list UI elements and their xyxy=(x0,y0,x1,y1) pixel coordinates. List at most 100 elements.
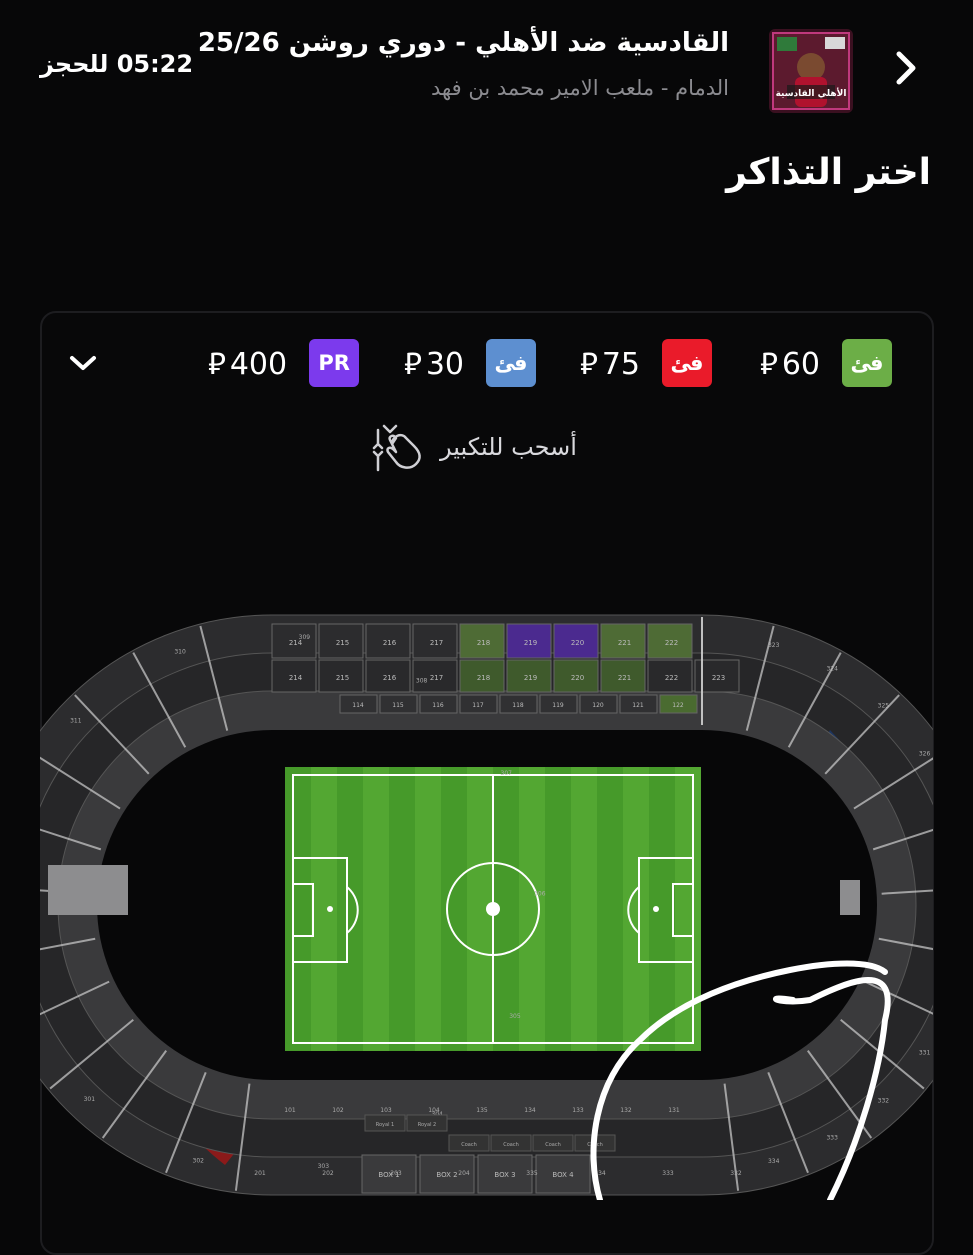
pinch-zoom-icon xyxy=(372,424,421,472)
grass-stripe xyxy=(597,767,623,1051)
section-label: 308 xyxy=(416,678,428,685)
section-label: 117 xyxy=(472,702,484,709)
pitch xyxy=(285,767,701,1051)
section-label: 115 xyxy=(392,702,404,709)
section-label: 201 xyxy=(254,1170,266,1177)
riyal-icon: ⃁ xyxy=(580,346,598,382)
box-label: BOX 4 xyxy=(552,1171,574,1179)
section-label: 134 xyxy=(524,1107,536,1114)
booth-label: Royal 2 xyxy=(418,1122,437,1128)
section-label: 306 xyxy=(534,890,546,897)
legend-item-blue[interactable]: ⃁ 30 فئ xyxy=(404,339,537,387)
section-label: 218 xyxy=(477,674,490,682)
grass-stripe xyxy=(649,767,675,1051)
section-label: 216 xyxy=(383,639,397,647)
collapse-legend-button[interactable] xyxy=(60,340,106,386)
section-label: 131 xyxy=(668,1107,680,1114)
section-label: 222 xyxy=(665,639,678,647)
zoom-hint-text: أسحب للتكبير xyxy=(440,433,577,461)
booth-label: Coach xyxy=(545,1142,561,1148)
event-poster: الأهلي القادسية xyxy=(769,29,853,113)
section-label: 122 xyxy=(672,702,684,709)
poster-text: الأهلي القادسية xyxy=(776,87,847,99)
section-label: 217 xyxy=(430,639,443,647)
riyal-icon: ⃁ xyxy=(404,346,422,382)
section-label: 217 xyxy=(430,674,443,682)
section-label: 221 xyxy=(618,674,631,682)
section-label: 333 xyxy=(662,1170,674,1177)
section-label: 307 xyxy=(501,770,513,777)
grass-stripe xyxy=(337,767,363,1051)
section-label: 118 xyxy=(512,702,524,709)
section-label: 311 xyxy=(70,717,82,724)
section-label: 120 xyxy=(592,702,604,709)
zoom-hint: أسحب للتكبير xyxy=(368,422,577,472)
section-label: 220 xyxy=(571,674,584,682)
section-label: 104 xyxy=(428,1107,440,1114)
section-label: 332 xyxy=(730,1170,742,1177)
back-button[interactable] xyxy=(878,40,934,96)
legend-price: 60 xyxy=(781,346,821,382)
grass-stripe xyxy=(441,767,467,1051)
section-label: 114 xyxy=(352,702,364,709)
chevron-down-icon xyxy=(70,356,96,370)
grass-stripe xyxy=(389,767,415,1051)
section-label: 202 xyxy=(322,1170,334,1177)
center-spot xyxy=(486,902,500,916)
section-label: 102 xyxy=(332,1107,344,1114)
section-label: 215 xyxy=(336,639,349,647)
grass-stripe xyxy=(285,767,311,1051)
penalty-spot-right xyxy=(653,906,659,912)
riyal-icon: ⃁ xyxy=(208,346,226,382)
event-title: القادسية ضد الأهلي - دوري روشن 25/26 xyxy=(197,28,729,58)
section-label: 305 xyxy=(509,1013,521,1020)
legend-price: 30 xyxy=(425,346,465,382)
grass-stripe xyxy=(545,767,571,1051)
section-label: 119 xyxy=(552,702,564,709)
booth-label: Royal 1 xyxy=(376,1122,395,1128)
booth-label: Coach xyxy=(503,1142,519,1148)
section-label: 216 xyxy=(383,674,397,682)
section-label: 332 xyxy=(878,1097,890,1104)
legend-item-pr[interactable]: ⃁ 400 PR xyxy=(208,339,360,387)
riyal-icon: ⃁ xyxy=(760,346,778,382)
legend-badge: فئ xyxy=(842,339,893,387)
section-label: 335 xyxy=(526,1170,538,1177)
legend-badge: فئ xyxy=(662,339,713,387)
section-label: 220 xyxy=(571,639,584,647)
box-label: BOX 3 xyxy=(494,1171,515,1179)
section-label: 103 xyxy=(380,1107,392,1114)
section-label: 303 xyxy=(318,1163,330,1170)
legend-item-red[interactable]: ⃁ 75 فئ xyxy=(580,339,713,387)
booking-timer: 05:22 للحجز xyxy=(40,50,194,78)
section-label: 219 xyxy=(524,674,537,682)
stadium-seat-map[interactable]: 214 215 216 217 218 219 220 221 222214 215 216 217 2… xyxy=(40,600,933,1200)
section-label: 222 xyxy=(665,674,678,682)
section-label: 116 xyxy=(432,702,444,709)
section-label: 302 xyxy=(193,1158,205,1165)
section-label: 215 xyxy=(336,674,349,682)
chevron-right-icon xyxy=(896,51,916,85)
gate-right xyxy=(840,880,860,915)
section-label: 133 xyxy=(572,1107,584,1114)
page-title: اختر التذاكر xyxy=(726,152,931,193)
section-label: 221 xyxy=(618,639,631,647)
legend-badge: PR xyxy=(309,339,360,387)
section-label: 333 xyxy=(826,1134,838,1141)
section-label: 218 xyxy=(477,639,490,647)
section-label: 326 xyxy=(919,751,931,758)
section-label: 223 xyxy=(712,674,725,682)
gate-left xyxy=(48,865,128,915)
legend-price: 400 xyxy=(229,346,288,382)
section-label: 101 xyxy=(284,1107,296,1114)
box-label: BOX 2 xyxy=(436,1171,457,1179)
legend-item-green[interactable]: ⃁ 60 فئ xyxy=(760,339,893,387)
legend-badge: فئ xyxy=(486,339,537,387)
section-label: 135 xyxy=(476,1107,488,1114)
section-label: 301 xyxy=(84,1096,96,1103)
section-label: 121 xyxy=(632,702,644,709)
section-label: 219 xyxy=(524,639,537,647)
section-label: 334 xyxy=(768,1158,780,1165)
penalty-spot-left xyxy=(327,906,333,912)
section-label: 203 xyxy=(390,1170,402,1177)
